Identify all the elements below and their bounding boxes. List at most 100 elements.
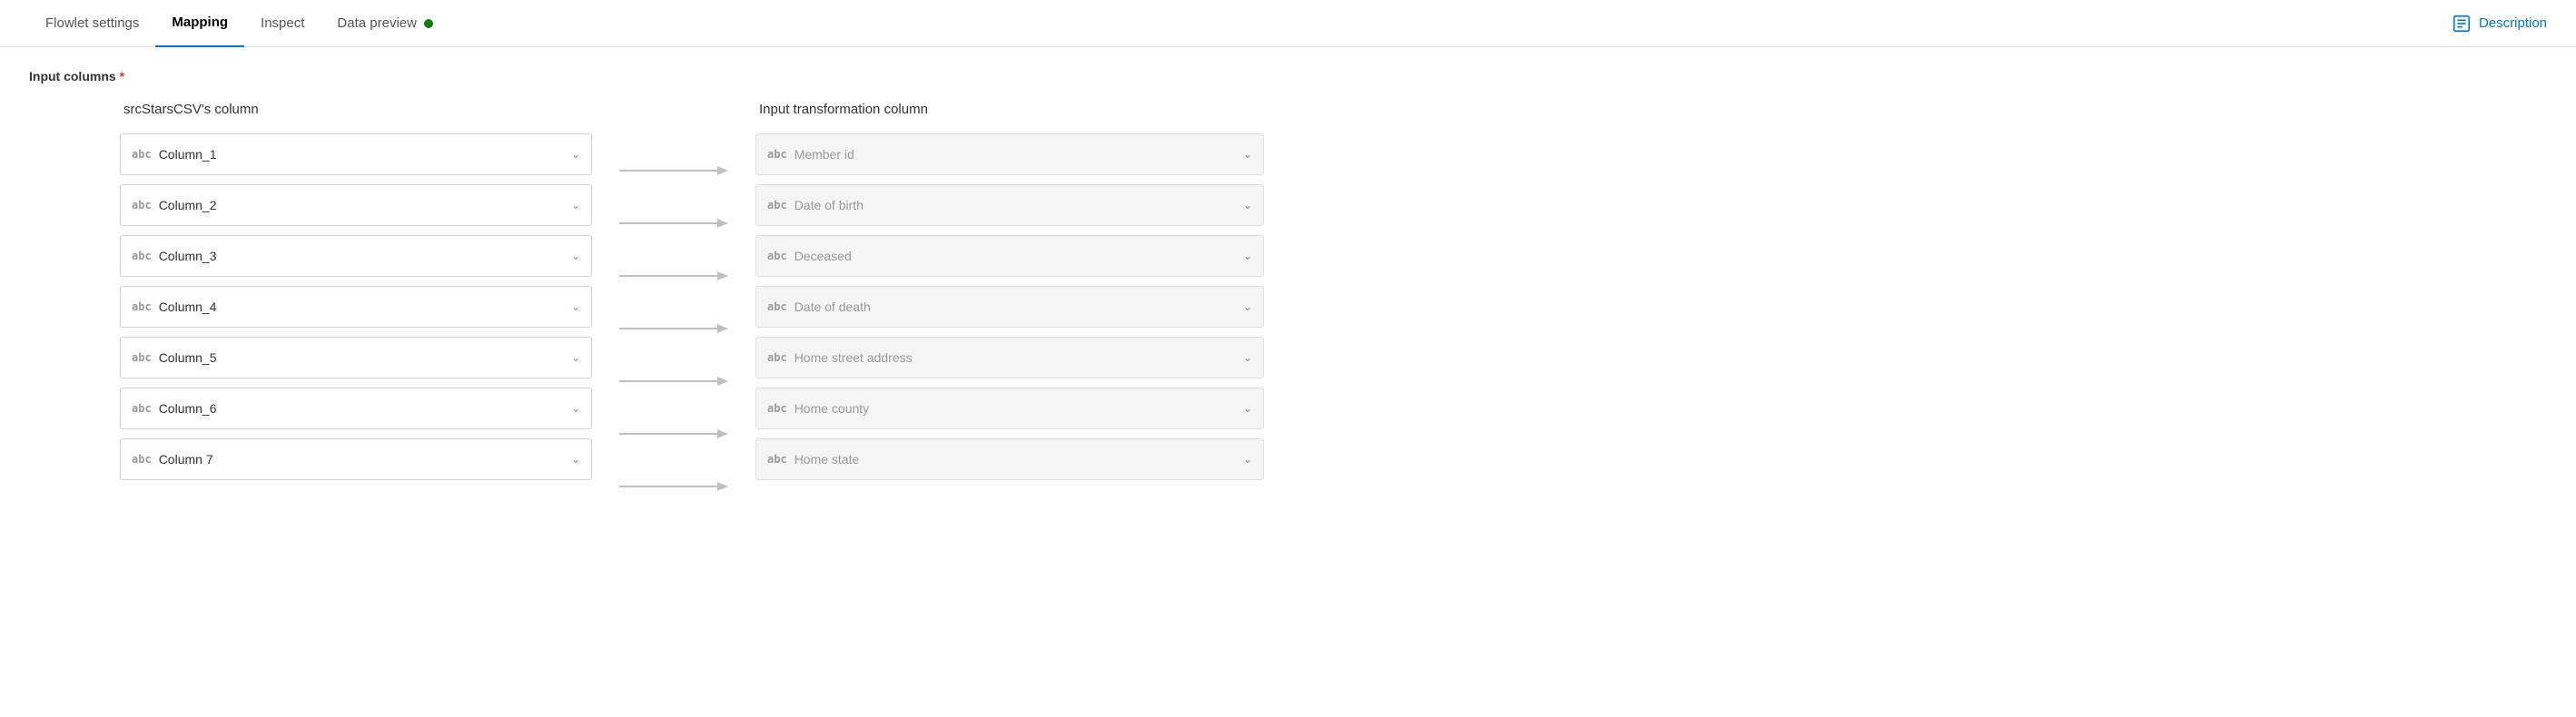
src-abc-6: abc [132,453,152,466]
src-value-4: Column_5 [159,350,564,365]
input-columns-label: Input columns * [29,69,2547,83]
description-label: Description [2479,15,2547,31]
arrow-6 [592,465,755,508]
src-value-1: Column_2 [159,198,564,212]
src-chevron-2: ⌄ [571,250,580,262]
dest-abc-0: abc [767,148,787,161]
arrow-0 [592,149,755,192]
dest-chevron-4: ⌄ [1243,351,1252,364]
dest-value-6: Home state [795,452,1236,467]
src-value-0: Column_1 [159,147,564,162]
columns-layout: srcStarsCSV's column abc Column_1 ⌄ abc … [29,102,2547,517]
data-preview-status-dot [424,19,433,28]
src-row-6: abc Column 7 ⌄ [120,438,592,480]
dest-row-2: abc Deceased ⌄ [755,235,1264,277]
nav-mapping[interactable]: Mapping [155,0,244,47]
dest-value-4: Home street address [795,350,1236,365]
nav-data-preview[interactable]: Data preview [321,0,449,47]
dest-abc-6: abc [767,453,787,466]
src-abc-1: abc [132,199,152,211]
src-row-0: abc Column_1 ⌄ [120,133,592,175]
dest-chevron-2: ⌄ [1243,250,1252,262]
dest-value-1: Date of birth [795,198,1236,212]
nav-inspect[interactable]: Inspect [244,0,321,47]
dest-abc-3: abc [767,300,787,313]
dest-dropdown-5[interactable]: abc Home county ⌄ [755,388,1264,429]
src-column-section: srcStarsCSV's column abc Column_1 ⌄ abc … [120,102,592,489]
dest-abc-2: abc [767,250,787,262]
dest-row-5: abc Home county ⌄ [755,388,1264,429]
dest-value-2: Deceased [795,249,1236,263]
transform-column-header: Input transformation column [755,102,1264,117]
arrow-svg-6 [619,477,728,496]
src-chevron-1: ⌄ [571,199,580,211]
src-dropdown-1[interactable]: abc Column_2 ⌄ [120,184,592,226]
arrow-svg-0 [619,162,728,180]
src-chevron-6: ⌄ [571,453,580,466]
arrow-2 [592,254,755,298]
src-dropdown-5[interactable]: abc Column_6 ⌄ [120,388,592,429]
dest-row-6: abc Home state ⌄ [755,438,1264,480]
src-chevron-3: ⌄ [571,300,580,313]
src-dropdown-2[interactable]: abc Column_3 ⌄ [120,235,592,277]
dest-row-4: abc Home street address ⌄ [755,337,1264,378]
dest-row-0: abc Member id ⌄ [755,133,1264,175]
dest-dropdown-6[interactable]: abc Home state ⌄ [755,438,1264,480]
arrow-column [592,102,755,517]
description-button[interactable]: Description [2452,14,2547,34]
src-row-2: abc Column_3 ⌄ [120,235,592,277]
dest-abc-1: abc [767,199,787,211]
main-content: Input columns * srcStarsCSV's column abc… [0,47,2576,539]
arrow-svg-4 [619,372,728,390]
src-abc-5: abc [132,402,152,415]
src-abc-2: abc [132,250,152,262]
transform-column-section: Input transformation column abc Member i… [755,102,1264,489]
description-icon [2452,14,2472,34]
src-value-6: Column 7 [159,452,564,467]
dest-value-3: Date of death [795,300,1236,314]
dest-chevron-5: ⌄ [1243,402,1252,415]
dest-chevron-6: ⌄ [1243,453,1252,466]
dest-value-0: Member id [795,147,1236,162]
src-abc-0: abc [132,148,152,161]
src-dropdown-3[interactable]: abc Column_4 ⌄ [120,286,592,328]
src-chevron-5: ⌄ [571,402,580,415]
src-chevron-0: ⌄ [571,148,580,161]
dest-value-5: Home county [795,401,1236,416]
arrow-svg-2 [619,267,728,285]
src-row-4: abc Column_5 ⌄ [120,337,592,378]
dest-abc-5: abc [767,402,787,415]
dest-chevron-1: ⌄ [1243,199,1252,211]
top-nav: Flowlet settings Mapping Inspect Data pr… [0,0,2576,47]
dest-chevron-0: ⌄ [1243,148,1252,161]
src-abc-4: abc [132,351,152,364]
nav-flowlet-settings[interactable]: Flowlet settings [29,0,155,47]
src-column-header: srcStarsCSV's column [120,102,592,117]
dest-row-1: abc Date of birth ⌄ [755,184,1264,226]
dest-dropdown-3[interactable]: abc Date of death ⌄ [755,286,1264,328]
dest-row-3: abc Date of death ⌄ [755,286,1264,328]
src-value-2: Column_3 [159,249,564,263]
dest-dropdown-0[interactable]: abc Member id ⌄ [755,133,1264,175]
src-abc-3: abc [132,300,152,313]
arrow-4 [592,359,755,403]
src-chevron-4: ⌄ [571,351,580,364]
dest-dropdown-4[interactable]: abc Home street address ⌄ [755,337,1264,378]
dest-abc-4: abc [767,351,787,364]
src-dropdown-4[interactable]: abc Column_5 ⌄ [120,337,592,378]
dest-dropdown-1[interactable]: abc Date of birth ⌄ [755,184,1264,226]
arrow-5 [592,412,755,456]
src-value-3: Column_4 [159,300,564,314]
arrow-3 [592,307,755,350]
arrow-1 [592,201,755,245]
src-row-3: abc Column_4 ⌄ [120,286,592,328]
dest-chevron-3: ⌄ [1243,300,1252,313]
arrow-svg-5 [619,425,728,443]
src-dropdown-0[interactable]: abc Column_1 ⌄ [120,133,592,175]
src-dropdown-6[interactable]: abc Column 7 ⌄ [120,438,592,480]
arrow-svg-3 [619,319,728,338]
src-value-5: Column_6 [159,401,564,416]
dest-dropdown-2[interactable]: abc Deceased ⌄ [755,235,1264,277]
src-row-1: abc Column_2 ⌄ [120,184,592,226]
src-row-5: abc Column_6 ⌄ [120,388,592,429]
